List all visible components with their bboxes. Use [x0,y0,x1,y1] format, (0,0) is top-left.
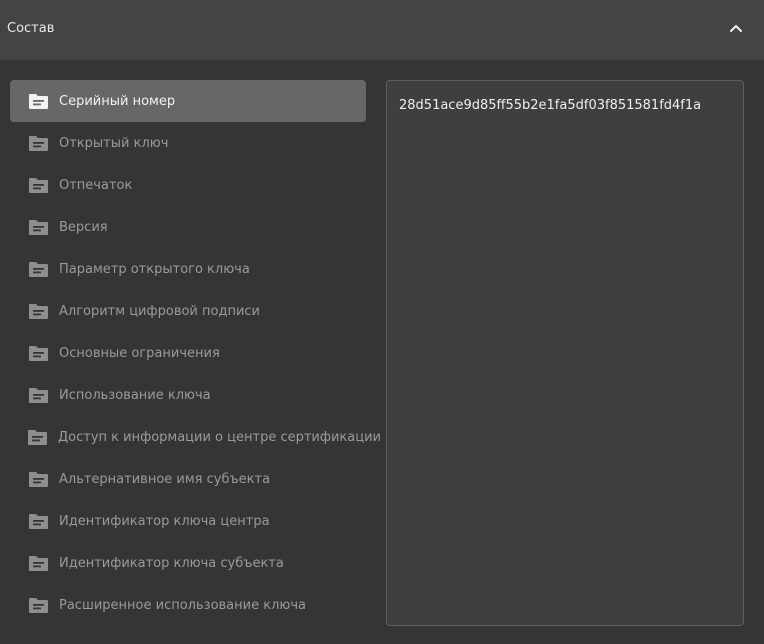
list-item[interactable]: Версия [10,206,366,248]
list-item[interactable]: Основные ограничения [10,332,366,374]
list-item[interactable]: Альтернативное имя субъекта [10,458,366,500]
section-header[interactable]: Состав [0,0,764,60]
document-folder-icon [27,596,49,614]
list-item-label: Использование ключа [59,387,211,403]
document-folder-icon [27,470,49,488]
chevron-up-icon [730,25,742,32]
document-folder-icon [27,302,49,320]
list-item[interactable]: Алгоритм цифровой подписи [10,290,366,332]
document-folder-icon [27,428,48,446]
detail-panel: 28d51ace9d85ff55b2e1fa5df03f851581fd4f1a [386,80,744,626]
list-item[interactable]: Расширенное использование ключа [10,584,366,626]
detail-value[interactable]: 28d51ace9d85ff55b2e1fa5df03f851581fd4f1a [399,98,701,113]
list-item[interactable]: Доступ к информации о центре сертификаци… [10,416,381,458]
document-folder-icon [27,512,49,530]
list-item[interactable]: Открытый ключ [10,122,366,164]
list-item-label: Альтернативное имя субъекта [59,471,271,487]
list-item[interactable]: Идентификатор ключа центра [10,500,366,542]
list-item-label: Алгоритм цифровой подписи [59,303,260,319]
list-item[interactable]: Серийный номер [10,80,366,122]
field-list: Серийный номер Открытый ключ Отпечаток Верс… [10,80,381,626]
collapse-button[interactable] [724,16,748,40]
document-folder-icon [27,344,49,362]
list-item-label: Идентификатор ключа субъекта [59,555,284,571]
list-item-label: Расширенное использование ключа [59,597,306,613]
list-item-label: Основные ограничения [59,345,220,361]
list-item-label: Параметр открытого ключа [59,261,250,277]
document-folder-icon [27,218,49,236]
document-folder-icon [27,134,49,152]
list-item[interactable]: Параметр открытого ключа [10,248,366,290]
list-item[interactable]: Использование ключа [10,374,366,416]
list-item-label: Версия [59,219,108,235]
list-item[interactable]: Отпечаток [10,164,366,206]
list-item-label: Серийный номер [59,93,176,109]
document-folder-icon [27,260,49,278]
list-item[interactable]: Идентификатор ключа субъекта [10,542,366,584]
section-title: Состав [7,21,55,36]
list-item-label: Идентификатор ключа центра [59,513,270,529]
document-folder-icon [27,176,49,194]
list-item-label: Отпечаток [59,177,133,193]
document-folder-icon [27,92,49,110]
list-item-label: Доступ к информации о центре сертификаци… [58,429,381,445]
list-item-label: Открытый ключ [59,135,169,151]
document-folder-icon [27,386,49,404]
document-folder-icon [27,554,49,572]
